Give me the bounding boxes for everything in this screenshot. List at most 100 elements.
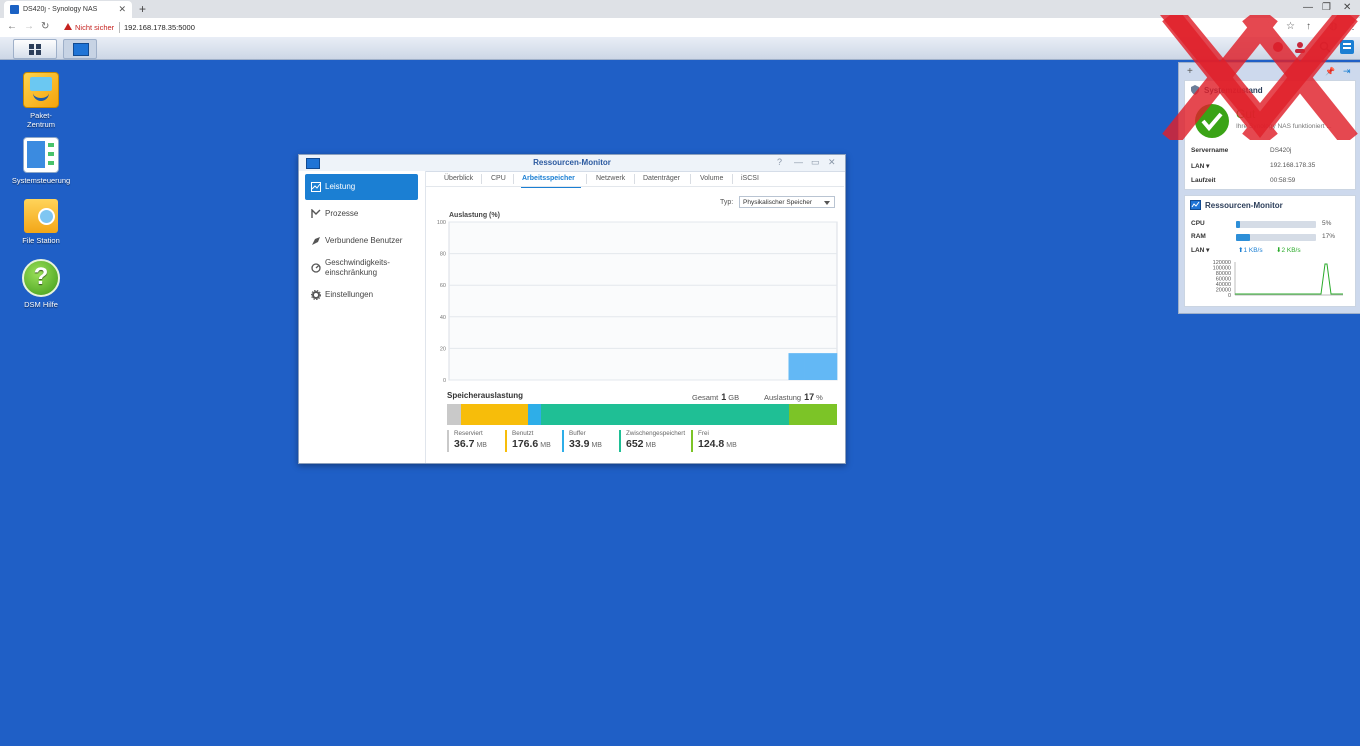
- dsm-taskbar: [0, 37, 1360, 60]
- close-icon[interactable]: ✕: [828, 157, 836, 168]
- minimize-icon[interactable]: —: [1303, 2, 1313, 13]
- red-x-overlay: [1160, 15, 1360, 140]
- lan-label[interactable]: LAN ▾: [1191, 162, 1209, 170]
- legend-value: 33.9: [569, 438, 590, 450]
- resource-monitor-window: Ressourcen-Monitor ? — ▭ ✕ Leistung Proz…: [298, 154, 846, 464]
- tab-disk[interactable]: Datenträger: [643, 175, 680, 182]
- sidebar-item-settings[interactable]: Einstellungen: [305, 282, 418, 308]
- sidebar-item-processes[interactable]: Prozesse: [305, 201, 418, 227]
- sidebar-item-speed-limit[interactable]: Geschwindigkeits- einschränkung: [305, 255, 418, 281]
- cpu-label: CPU: [1191, 220, 1205, 227]
- legend-label: Frei: [698, 430, 709, 437]
- upload-speed: ⬆1 KB/s: [1238, 247, 1263, 254]
- url-field[interactable]: 192.168.178.35:5000: [124, 23, 195, 32]
- help-icon: ?: [22, 259, 60, 297]
- tab-iscsi[interactable]: iSCSI: [741, 175, 759, 182]
- memory-usage: Auslastung 17%: [764, 392, 823, 402]
- main-menu-button[interactable]: [13, 39, 57, 59]
- reload-icon[interactable]: ↻: [41, 21, 49, 32]
- chart-area-segment: [820, 353, 838, 380]
- server-name-value: DS420j: [1270, 147, 1292, 154]
- cpu-bar: [1236, 221, 1316, 228]
- legend-cached: Zwischengespeichert 652 MB: [619, 430, 685, 452]
- gear-icon: [311, 290, 321, 300]
- close-window-icon[interactable]: ✕: [1343, 2, 1351, 13]
- back-icon[interactable]: ←: [7, 21, 17, 32]
- net-download-line: [1235, 263, 1343, 295]
- desktop-icon-package-center[interactable]: Paket- Zentrum: [6, 72, 76, 129]
- desktop-icon-label: Paket- Zentrum: [27, 111, 55, 129]
- y-tick-label: 0: [443, 378, 446, 384]
- package-center-icon: [23, 72, 59, 108]
- warning-icon: [64, 23, 72, 30]
- sidebar-item-label: Leistung: [325, 182, 356, 191]
- type-label: Typ:: [720, 199, 734, 206]
- memory-segment-frei: [789, 404, 837, 425]
- legend-free: Frei 124.8 MB: [691, 430, 737, 452]
- usage-label: Auslastung: [764, 393, 802, 402]
- lan-label[interactable]: LAN ▾: [1191, 246, 1209, 254]
- new-tab-button[interactable]: +: [139, 2, 146, 16]
- close-tab-icon[interactable]: ✕: [118, 4, 126, 15]
- file-station-icon: [24, 199, 58, 233]
- total-value: 1: [721, 392, 727, 402]
- chart-area-segment: [788, 353, 805, 380]
- legend-value: 176.6: [512, 438, 539, 450]
- resource-monitor-icon: [73, 43, 89, 56]
- chart-plot-area: [448, 221, 838, 381]
- speed-limit-icon: [311, 263, 321, 273]
- legend-buffer: Buffer 33.9 MB: [562, 430, 602, 452]
- tab-network[interactable]: Netzwerk: [596, 175, 625, 182]
- maximize-icon[interactable]: ▭: [811, 157, 820, 168]
- process-icon: [311, 209, 321, 218]
- legend-unit: MB: [476, 442, 487, 449]
- sidebar-item-label: Verbundene Benutzer: [325, 236, 403, 245]
- taskbar-resource-monitor-button[interactable]: [63, 39, 97, 59]
- ram-percent: 17%: [1322, 233, 1336, 240]
- browser-tab-title: DS420j - Synology NAS: [23, 6, 98, 13]
- browser-tab-bar: DS420j - Synology NAS ✕ + — ❐ ✕: [0, 0, 1360, 18]
- minimize-icon[interactable]: —: [794, 157, 803, 167]
- tab-cpu[interactable]: CPU: [491, 175, 506, 182]
- usage-value: 17: [804, 392, 815, 402]
- sidebar: Leistung Prozesse Verbundene Benutzer Ge…: [299, 171, 426, 463]
- chart-area-segment: [804, 353, 822, 380]
- desktop-icon-dsm-help[interactable]: ? DSM Hilfe: [6, 259, 76, 309]
- net-y-tick-label: 0: [1228, 293, 1231, 299]
- legend-unit: MB: [645, 442, 657, 449]
- usage-unit: %: [816, 393, 823, 402]
- type-select[interactable]: Physikalischer Speicher: [739, 196, 835, 208]
- legend-reserved: Reserviert 36.7 MB: [447, 430, 487, 452]
- sidebar-item-performance[interactable]: Leistung: [305, 174, 418, 200]
- legend-used: Benutzt 176.6 MB: [505, 430, 551, 452]
- type-select-value: Physikalischer Speicher: [743, 199, 813, 206]
- uptime-value: 00:58:59: [1270, 177, 1296, 184]
- not-secure-label[interactable]: Nicht sicher: [75, 23, 114, 32]
- y-tick-label: 60: [440, 283, 446, 289]
- browser-tab[interactable]: DS420j - Synology NAS ✕: [4, 1, 132, 18]
- window-titlebar[interactable]: Ressourcen-Monitor ? — ▭ ✕: [299, 155, 845, 172]
- legend-label: Benutzt: [512, 430, 534, 437]
- users-icon: [312, 237, 320, 245]
- widget-title: Ressourcen-Monitor: [1205, 201, 1283, 210]
- sidebar-item-label: Geschwindigkeits- einschränkung: [325, 258, 390, 277]
- desktop-icon-control-panel[interactable]: Systemsteuerung: [6, 137, 76, 185]
- tab-volume[interactable]: Volume: [700, 175, 723, 182]
- y-tick-label: 100: [437, 220, 446, 226]
- tab-overview[interactable]: Überblick: [444, 175, 473, 182]
- total-memory: Gesamt 1 GB: [692, 392, 739, 402]
- server-name-label: Servername: [1191, 147, 1229, 154]
- sidebar-item-connected-users[interactable]: Verbundene Benutzer: [305, 228, 418, 254]
- tab-memory[interactable]: Arbeitsspeicher: [522, 175, 575, 182]
- restore-icon[interactable]: ❐: [1322, 2, 1331, 13]
- synology-favicon-icon: [10, 5, 19, 14]
- resource-monitor-icon: [1190, 200, 1201, 210]
- desktop-icon-file-station[interactable]: File Station: [6, 199, 76, 245]
- forward-icon[interactable]: →: [24, 21, 34, 32]
- memory-segment-benutzt: [460, 404, 529, 425]
- help-icon[interactable]: ?: [777, 157, 782, 167]
- legend-unit: MB: [540, 442, 551, 449]
- chevron-down-icon: [824, 201, 830, 205]
- lan-ip-value: 192.168.178.35: [1270, 162, 1316, 169]
- memory-distribution-bar: [447, 404, 837, 425]
